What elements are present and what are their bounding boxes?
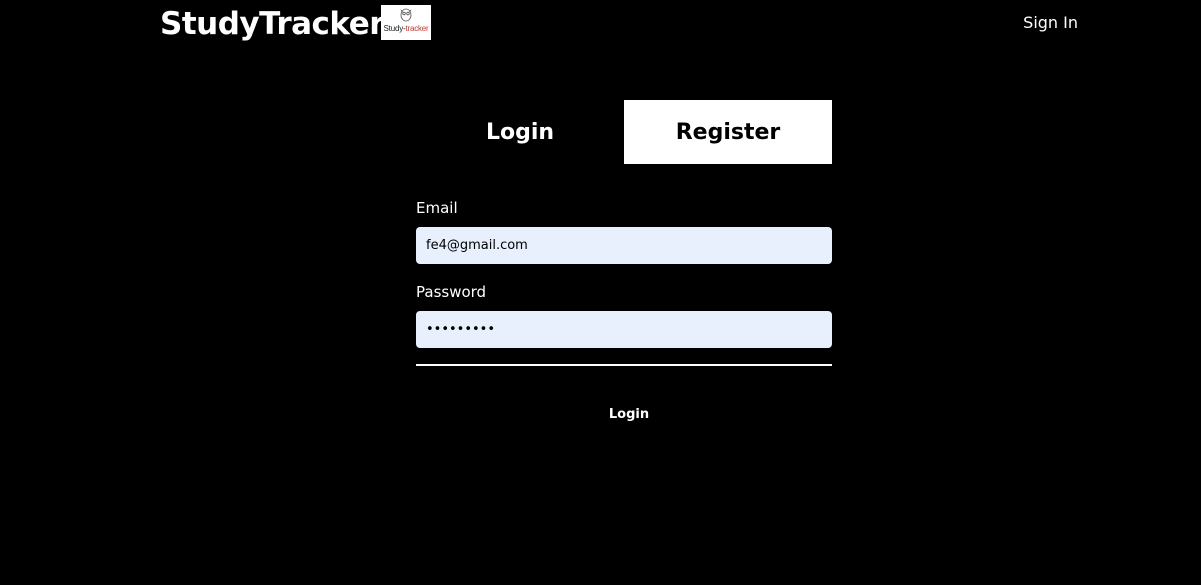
tab-login[interactable]: Login — [416, 100, 624, 164]
brand: StudyTracker Study-tracker — [160, 4, 432, 44]
logo-text: Study-tracker — [381, 24, 431, 33]
password-label: Password — [416, 283, 487, 301]
login-submit-button[interactable]: Login — [416, 402, 842, 426]
email-label: Email — [416, 199, 458, 217]
login-page: StudyTracker Study-tracker Sign In Login… — [0, 0, 1201, 585]
form-divider — [416, 364, 832, 366]
tab-register[interactable]: Register — [624, 100, 832, 164]
owl-logo-icon: Study-tracker — [381, 5, 432, 40]
logo-text-prefix: Study- — [383, 24, 406, 33]
brand-title[interactable]: StudyTracker — [160, 4, 385, 44]
password-field[interactable] — [416, 311, 832, 348]
logo-text-accent: tracker — [405, 24, 429, 33]
auth-tabs: Login Register — [416, 100, 832, 164]
sign-in-link[interactable]: Sign In — [1023, 13, 1078, 33]
email-field[interactable] — [416, 227, 832, 264]
